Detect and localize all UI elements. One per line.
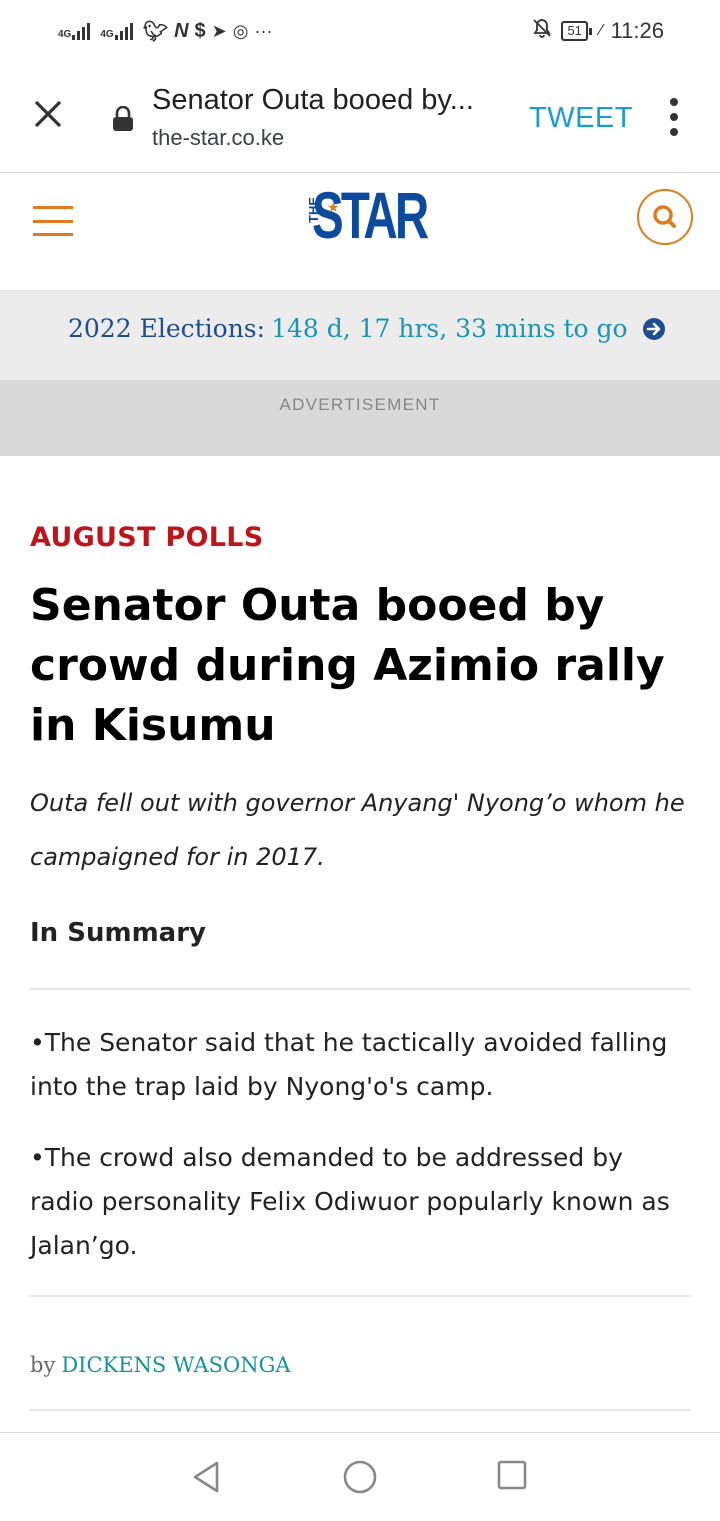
- elections-countdown[interactable]: 148 d, 17 hrs, 33 mins to go: [271, 314, 628, 343]
- nation-icon: N: [174, 19, 189, 42]
- page-title[interactable]: Senator Outa booed by...: [152, 84, 474, 117]
- summary-heading: In Summary: [30, 918, 206, 948]
- status-bar-left: 4G 4G 🐦︎ N $ ➤ ◎ ···: [58, 14, 272, 48]
- site-logo[interactable]: THE STAR ★: [306, 178, 429, 252]
- elections-label: 2022 Elections:: [68, 314, 266, 343]
- battery-icon: 51: [561, 21, 593, 41]
- s-app-icon: $: [194, 19, 206, 42]
- recent-apps-icon[interactable]: [496, 1459, 528, 1491]
- back-icon[interactable]: [190, 1459, 222, 1495]
- telegram-icon: ➤: [211, 20, 227, 41]
- signal-icon: 4G: [100, 22, 136, 40]
- more-options-icon[interactable]: [664, 98, 684, 136]
- elections-countdown-banner[interactable]: 2022 Elections: 148 d, 17 hrs, 33 mins t…: [0, 290, 720, 380]
- arrow-right-circle-icon[interactable]: [642, 317, 666, 341]
- site-header: THE STAR ★: [0, 173, 720, 290]
- advertisement-slot: ADVERTISEMENT: [0, 380, 720, 456]
- search-icon: [653, 205, 676, 228]
- menu-icon[interactable]: [33, 206, 73, 236]
- status-bar: 4G 4G 🐦︎ N $ ➤ ◎ ··· 51 ∕ 11:26: [0, 0, 720, 62]
- article-headline: Senator Outa booed by crowd during Azimi…: [30, 580, 665, 751]
- leaf-icon: ∕: [599, 22, 603, 39]
- star-icon: ★: [327, 199, 340, 215]
- browser-toolbar: Senator Outa booed by... the-star.co.ke …: [0, 62, 720, 173]
- url-text[interactable]: the-star.co.ke: [152, 125, 284, 151]
- more-notifications-icon: ···: [254, 20, 273, 41]
- vpn-icon: ◎: [232, 20, 249, 41]
- divider: [30, 1409, 690, 1411]
- divider: [30, 1295, 690, 1297]
- article-standfirst: Outa fell out with governor Anyang' Nyon…: [30, 789, 685, 871]
- summary-item: •The crowd also demanded to be addressed…: [30, 1143, 670, 1260]
- lock-icon[interactable]: [112, 106, 134, 132]
- byline: by DICKENS WASONGA: [30, 1353, 291, 1377]
- author-link[interactable]: DICKENS WASONGA: [61, 1353, 290, 1377]
- muted-bell-icon: [531, 17, 553, 45]
- close-icon[interactable]: [30, 96, 66, 132]
- summary-item: •The Senator said that he tactically avo…: [30, 1028, 668, 1101]
- network-type-label: 4G: [58, 29, 72, 40]
- divider: [30, 988, 690, 990]
- byline-prefix: by: [30, 1353, 56, 1377]
- advertisement-label: ADVERTISEMENT: [279, 395, 441, 414]
- network-type-label: 4G: [100, 29, 114, 40]
- system-navigation-bar: [0, 1432, 720, 1521]
- search-button[interactable]: [637, 189, 693, 245]
- home-icon[interactable]: [342, 1459, 378, 1495]
- tweet-button[interactable]: TWEET: [529, 102, 633, 135]
- clock: 11:26: [610, 18, 664, 43]
- status-bar-right: 51 ∕ 11:26: [531, 14, 664, 48]
- twitter-icon: 🐦︎: [142, 20, 169, 43]
- signal-icon: 4G: [58, 22, 94, 40]
- article-category[interactable]: AUGUST POLLS: [30, 522, 264, 553]
